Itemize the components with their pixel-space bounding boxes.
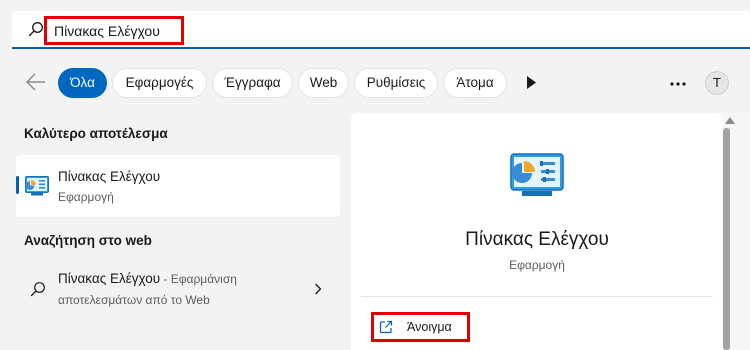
tab-documents[interactable]: Έγγραφα <box>212 68 293 98</box>
web-result-line1: Πίνακας Ελέγχου - Εφαρμάνιση <box>58 271 237 286</box>
open-external-icon <box>379 320 393 334</box>
tab-people[interactable]: Άτομα <box>443 68 507 98</box>
tab-settings[interactable]: Ρυθμίσεις <box>354 68 438 98</box>
play-icon[interactable] <box>526 76 536 89</box>
web-result-suffix: - Εφαρμάνιση <box>160 272 237 286</box>
scroll-up-arrow-icon[interactable] <box>725 117 735 124</box>
preview-pane: Πίνακας Ελέγχου Εφαρμογή Άνοιγμα <box>351 113 723 350</box>
open-label: Άνοιγμα <box>407 320 452 334</box>
search-input[interactable] <box>44 16 184 45</box>
divider <box>361 296 713 297</box>
back-arrow-icon[interactable] <box>25 72 47 92</box>
preview-title: Πίνακας Ελέγχου <box>465 229 609 250</box>
web-result-line2: αποτελεσμάτων από το Web <box>58 293 210 307</box>
scrollbar-thumb[interactable] <box>723 128 730 350</box>
web-result-query: Πίνακας Ελέγχου <box>58 271 161 286</box>
search-icon <box>28 22 43 37</box>
tab-all[interactable]: Όλα <box>58 68 107 98</box>
best-match-heading: Καλύτερο αποτέλεσμα <box>24 126 168 141</box>
more-icon[interactable] <box>670 82 686 86</box>
tab-apps[interactable]: Εφαρμογές <box>112 68 207 98</box>
chevron-right-icon[interactable] <box>314 283 322 295</box>
best-match-title: Πίνακας Ελέγχου <box>58 169 161 184</box>
preview-subtitle: Εφαρμογή <box>509 258 565 272</box>
web-search-icon <box>30 282 45 297</box>
avatar[interactable]: T <box>705 71 729 95</box>
search-box[interactable] <box>12 11 750 49</box>
web-search-result[interactable]: Πίνακας Ελέγχου - Εφαρμάνιση αποτελεσμάτ… <box>16 262 340 316</box>
best-match-subtitle: Εφαρμογή <box>58 190 114 204</box>
web-search-heading: Αναζήτηση στο web <box>24 233 152 248</box>
tab-web[interactable]: Web <box>298 68 349 98</box>
control-panel-icon <box>25 176 49 196</box>
control-panel-large-icon <box>510 153 564 196</box>
selection-indicator <box>16 176 19 194</box>
open-button[interactable]: Άνοιγμα <box>371 312 470 342</box>
best-match-item[interactable]: Πίνακας Ελέγχου Εφαρμογή <box>16 155 340 217</box>
